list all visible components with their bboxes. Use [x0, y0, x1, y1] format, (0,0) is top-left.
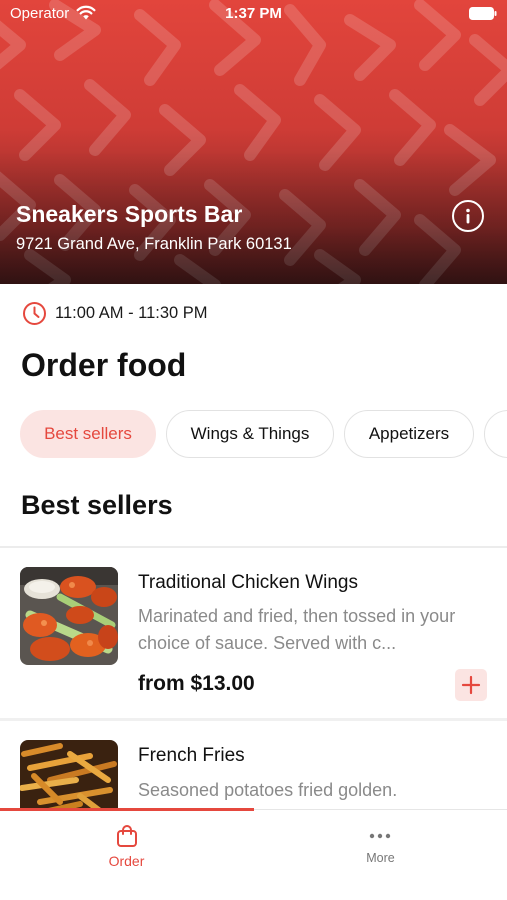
- item-description: Seasoned potatoes fried golden.: [138, 780, 398, 800]
- shopping-bag-icon: [117, 825, 137, 847]
- category-chip-label: Wings & Things: [190, 424, 310, 443]
- chicken-wings-photo: [20, 567, 118, 665]
- status-bar: Operator 1:37 PM: [0, 0, 507, 28]
- tab-more-label: More: [366, 851, 395, 865]
- menu-item-chicken-wings[interactable]: Traditional Chicken Wings Marinated and …: [0, 548, 507, 718]
- category-chip-label: Best sellers: [44, 424, 132, 443]
- item-name: Traditional Chicken Wings: [138, 572, 358, 593]
- french-fries-photo: [20, 740, 118, 808]
- add-item-button[interactable]: [455, 669, 487, 701]
- tab-order-label: Order: [108, 853, 145, 869]
- clock-icon: [23, 302, 46, 325]
- menu-item-french-fries[interactable]: French Fries Seasoned potatoes fried gol…: [0, 721, 507, 808]
- info-button[interactable]: [452, 200, 484, 232]
- page-title: Order food: [21, 347, 187, 383]
- section-title: Best sellers: [21, 490, 173, 520]
- plus-icon: [461, 675, 481, 695]
- tab-order[interactable]: Order: [0, 808, 253, 888]
- item-name: French Fries: [138, 745, 245, 766]
- category-chip-label: Appetizers: [368, 424, 450, 443]
- hours-text: 11:00 AM - 11:30 PM: [55, 304, 208, 322]
- restaurant-name: Sneakers Sports Bar: [16, 201, 243, 227]
- category-chip-wings-things[interactable]: Wings & Things: [166, 410, 334, 458]
- item-description: Marinated and fried, then tossed in your…: [138, 606, 456, 653]
- category-chip-best-sellers[interactable]: Best sellers: [20, 410, 156, 458]
- tab-more[interactable]: More: [254, 808, 507, 888]
- battery-icon: [469, 7, 497, 20]
- restaurant-header: Operator 1:37 PM Sneakers Sports Bar 972…: [0, 0, 507, 284]
- item-price: from $13.00: [138, 672, 255, 695]
- clock-time: 1:37 PM: [225, 5, 282, 22]
- restaurant-address: 9721 Grand Ave, Franklin Park 60131: [16, 235, 292, 253]
- info-icon: [466, 208, 470, 224]
- more-dots-icon: [369, 833, 391, 839]
- tab-bar: Order More: [0, 808, 507, 900]
- category-chips: Best sellers Wings & Things Appetizers: [20, 410, 507, 460]
- category-chip-appetizers[interactable]: Appetizers: [344, 410, 474, 458]
- category-chip-more[interactable]: [484, 410, 507, 458]
